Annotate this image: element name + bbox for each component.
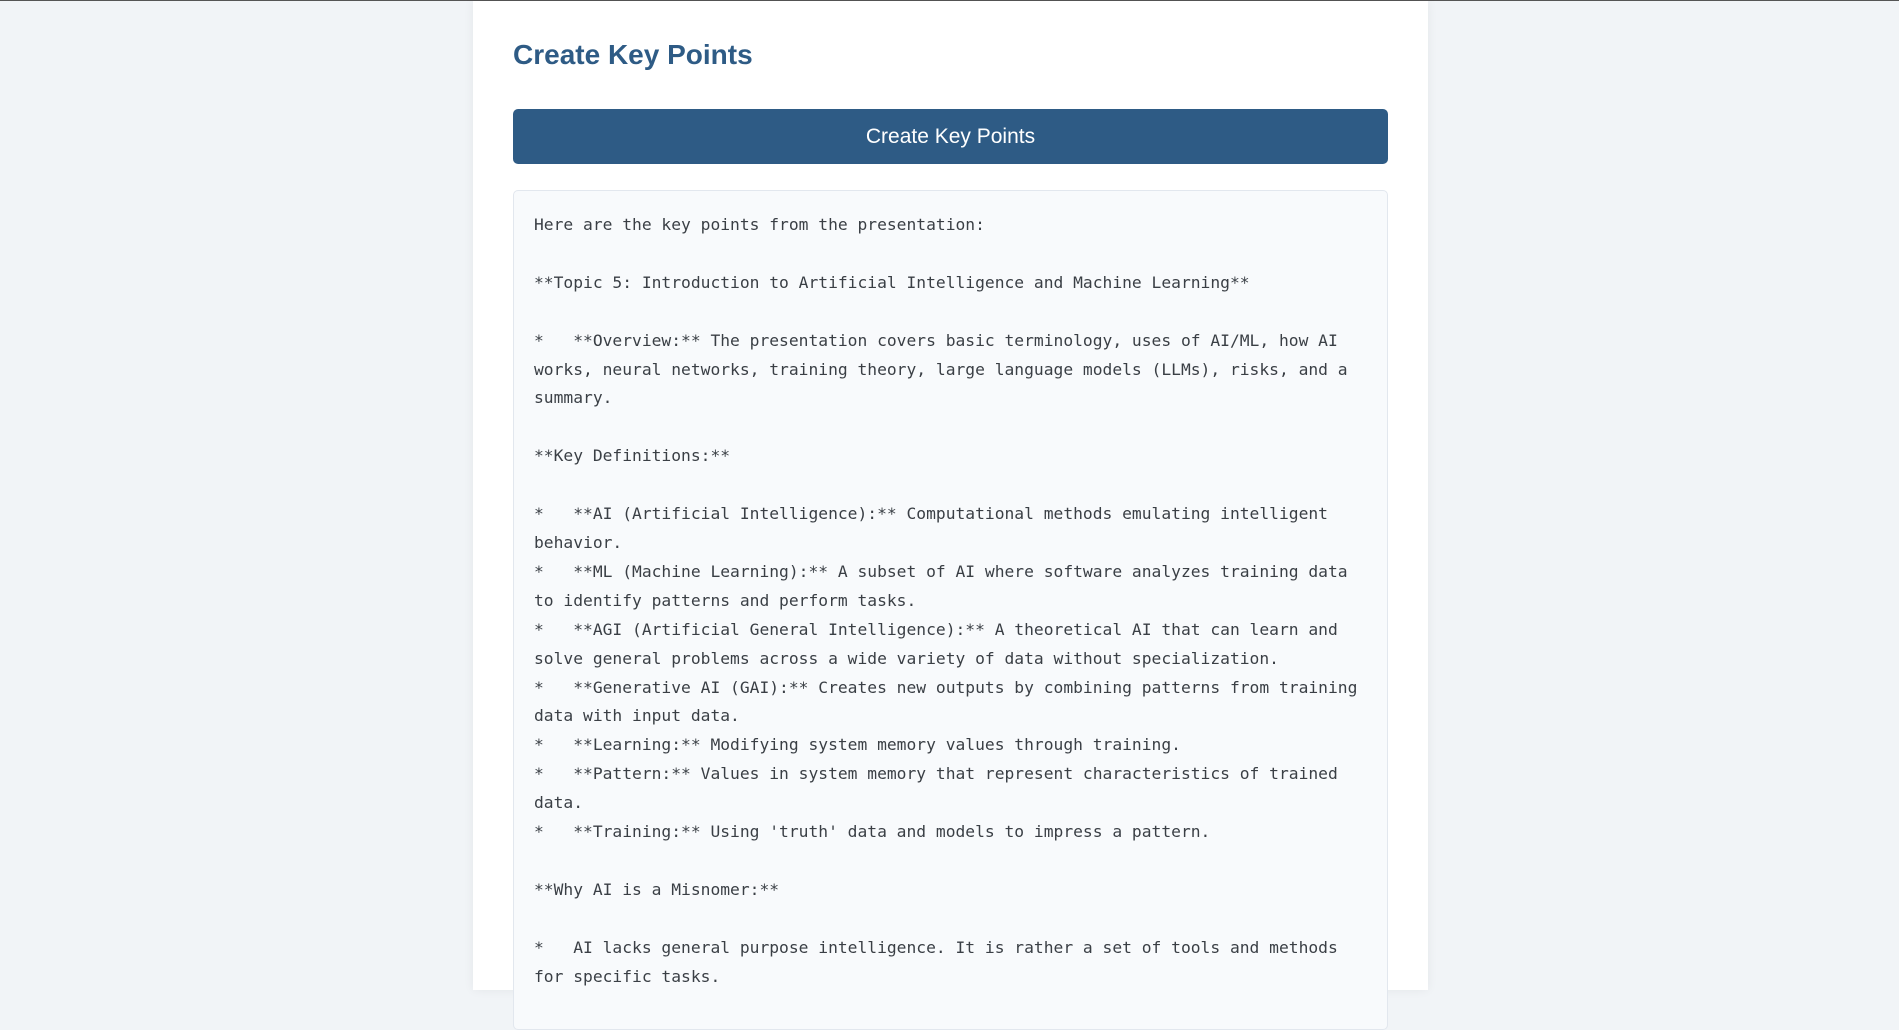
page-title: Create Key Points [513, 39, 753, 70]
main-card: Create Key Points Create Key Points Here… [473, 1, 1428, 1030]
key-points-output-text: Here are the key points from the present… [534, 215, 1358, 986]
create-key-points-button[interactable]: Create Key Points [513, 109, 1388, 164]
output-panel[interactable]: Here are the key points from the present… [513, 190, 1388, 1030]
